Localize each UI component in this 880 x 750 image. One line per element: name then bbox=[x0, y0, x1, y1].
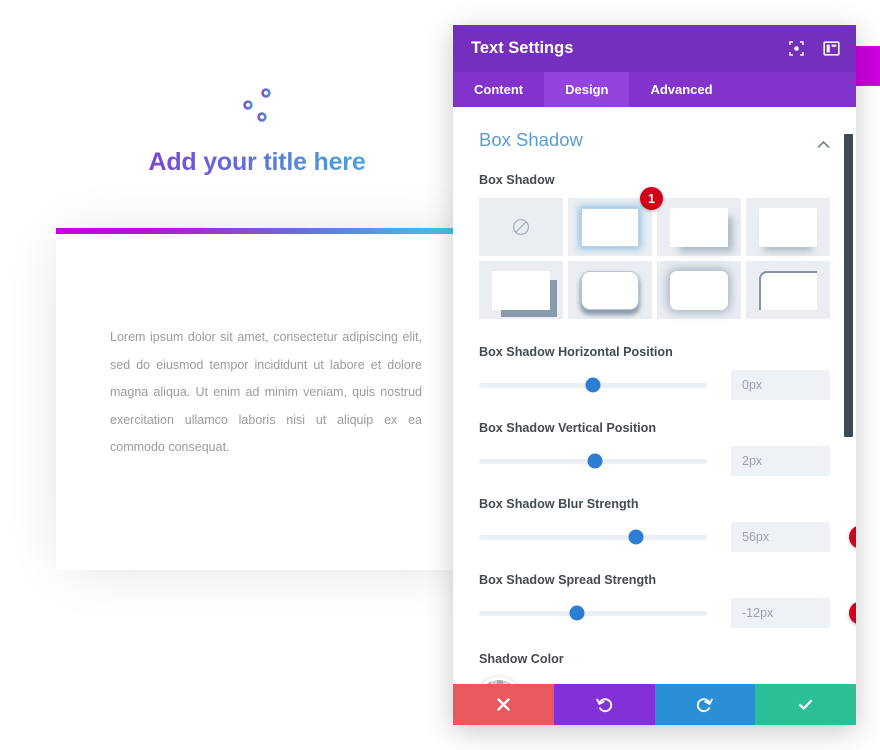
content-card: Lorem ipsum dolor sit amet, consectetur … bbox=[56, 228, 476, 570]
card-body-text: Lorem ipsum dolor sit amet, consectetur … bbox=[110, 330, 422, 454]
preset-glow[interactable] bbox=[657, 261, 741, 319]
panel-action-bar bbox=[453, 684, 856, 725]
box-shadow-preset-grid: 1 bbox=[479, 187, 830, 319]
undo-button[interactable] bbox=[553, 684, 655, 725]
preset-corner-line[interactable] bbox=[746, 261, 830, 319]
redo-icon bbox=[697, 698, 714, 713]
panel-scrollbar[interactable] bbox=[844, 107, 853, 684]
slider-vertical-position[interactable] bbox=[479, 450, 731, 472]
value-vertical-position[interactable]: 2px bbox=[731, 446, 830, 476]
panel-tabs: Content Design Advanced bbox=[453, 72, 856, 107]
slider-thumb[interactable] bbox=[628, 529, 644, 545]
value-horizontal-position[interactable]: 0px bbox=[731, 370, 830, 400]
slider-thumb[interactable] bbox=[585, 377, 601, 393]
focus-icon[interactable] bbox=[788, 40, 805, 57]
slider-row-spread-strength: Box Shadow Spread Strength -12px 3 bbox=[479, 573, 856, 628]
card-gradient-bar bbox=[56, 228, 476, 234]
panel-header-icons bbox=[788, 25, 840, 72]
label-horizontal-position: Box Shadow Horizontal Position bbox=[479, 345, 673, 359]
value-blur-strength[interactable]: 56px 2 bbox=[731, 522, 856, 552]
value-spread-strength[interactable]: -12px 3 bbox=[731, 598, 856, 628]
shadow-color-swatches bbox=[479, 680, 830, 684]
preset-none[interactable] bbox=[479, 198, 563, 256]
sliders-icon bbox=[233, 86, 281, 124]
shadow-color-label: Shadow Color bbox=[479, 652, 564, 666]
tab-content[interactable]: Content bbox=[453, 72, 544, 107]
no-shadow-icon bbox=[511, 217, 531, 237]
slider-horizontal-position[interactable] bbox=[479, 374, 731, 396]
panel-header: Text Settings bbox=[453, 25, 856, 72]
section-title: Box Shadow bbox=[479, 129, 583, 150]
preset-drop-bottom[interactable] bbox=[746, 198, 830, 256]
step-badge-1: 1 bbox=[640, 187, 663, 210]
label-blur-strength: Box Shadow Blur Strength bbox=[479, 497, 639, 511]
tab-design[interactable]: Design bbox=[544, 72, 630, 107]
eyedropper-swatch[interactable] bbox=[479, 680, 519, 684]
box-shadow-field-label: Box Shadow bbox=[479, 173, 555, 187]
chevron-up-icon[interactable] bbox=[817, 136, 830, 148]
panel-scroll-area: Box Shadow Box Shadow 1 Box Shadow Horiz… bbox=[453, 107, 856, 684]
value-text: 56px bbox=[742, 530, 770, 544]
text-settings-panel: Text Settings Content Design Advanced Bo… bbox=[453, 25, 856, 725]
slider-spread-strength[interactable] bbox=[479, 602, 731, 624]
slider-thumb[interactable] bbox=[569, 605, 585, 621]
preset-drop-right[interactable] bbox=[657, 198, 741, 256]
panel-scrollbar-thumb[interactable] bbox=[844, 134, 853, 437]
slider-row-horizontal-position: Box Shadow Horizontal Position 0px bbox=[479, 345, 830, 400]
preset-hard-corner[interactable] bbox=[479, 261, 563, 319]
page-title: Add your title here bbox=[0, 148, 514, 177]
value-text: -12px bbox=[742, 606, 774, 620]
layout-panel-icon[interactable] bbox=[823, 40, 840, 57]
panel-title: Text Settings bbox=[471, 39, 574, 57]
label-spread-strength: Box Shadow Spread Strength bbox=[479, 573, 657, 587]
cancel-button[interactable] bbox=[453, 684, 554, 725]
check-icon bbox=[798, 699, 813, 710]
label-vertical-position: Box Shadow Vertical Position bbox=[479, 421, 657, 435]
edge-accent-block bbox=[852, 46, 880, 86]
save-button[interactable] bbox=[755, 684, 856, 725]
page-root: Add your title here Lorem ipsum dolor si… bbox=[0, 0, 880, 750]
tab-advanced[interactable]: Advanced bbox=[629, 72, 733, 107]
slider-blur-strength[interactable] bbox=[479, 526, 731, 548]
slider-thumb[interactable] bbox=[587, 453, 603, 469]
slider-row-blur-strength: Box Shadow Blur Strength 56px 2 bbox=[479, 497, 856, 552]
close-icon bbox=[497, 698, 510, 711]
undo-icon bbox=[595, 698, 612, 713]
slider-row-vertical-position: Box Shadow Vertical Position 2px bbox=[479, 421, 830, 476]
redo-button[interactable] bbox=[654, 684, 756, 725]
preset-rounded-heavy[interactable] bbox=[568, 261, 652, 319]
box-shadow-section-header[interactable]: Box Shadow bbox=[479, 129, 830, 151]
preset-outline[interactable]: 1 bbox=[568, 187, 663, 256]
